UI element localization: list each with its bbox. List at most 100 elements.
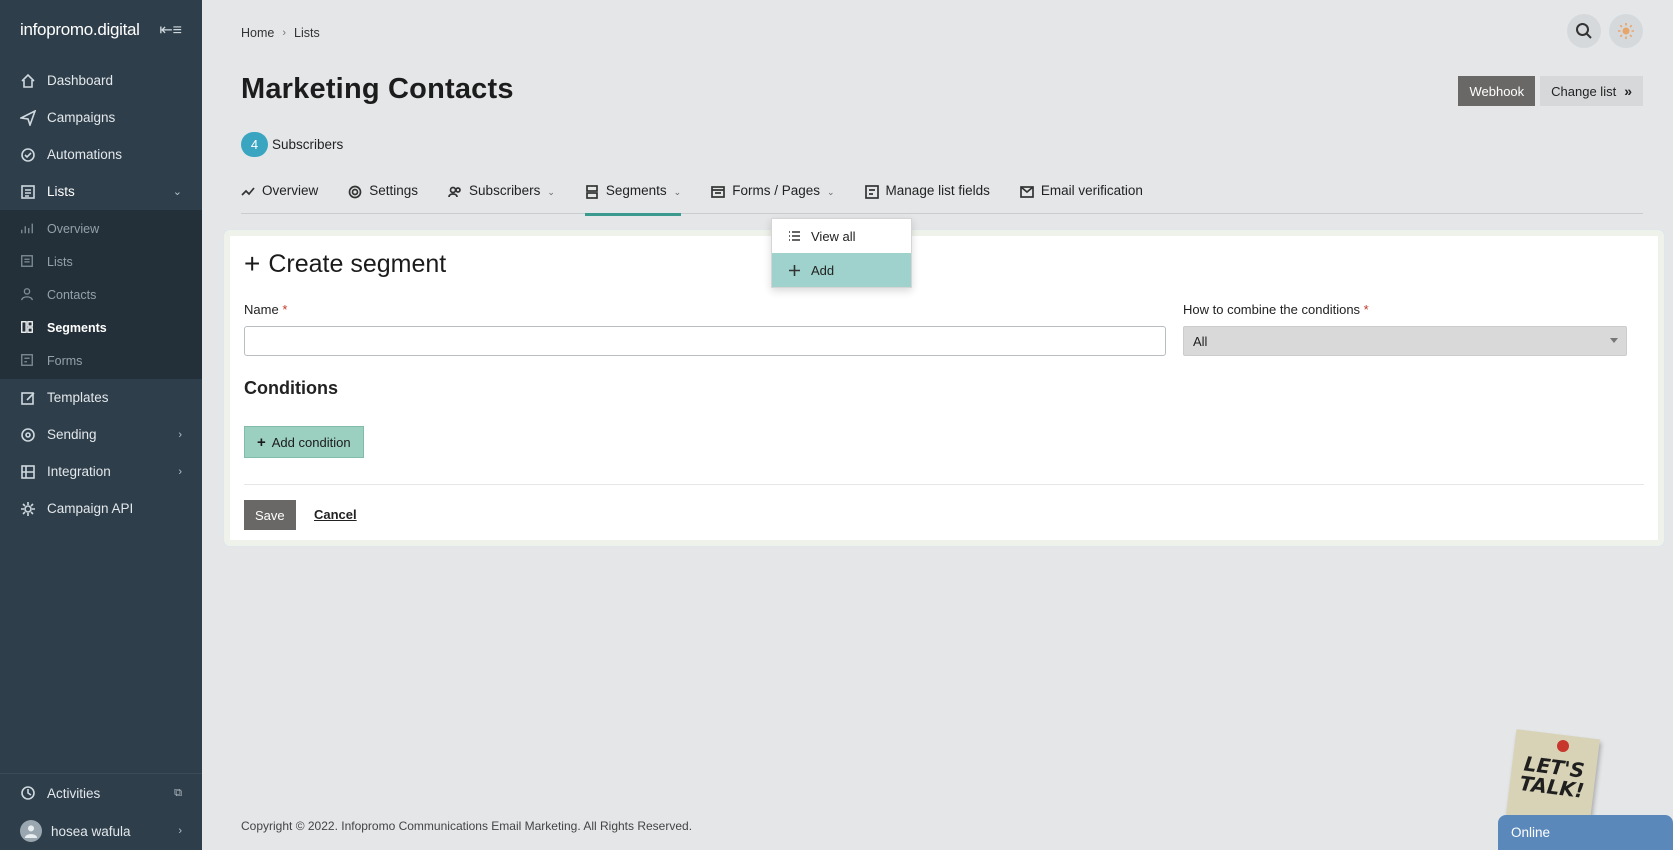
divider (244, 484, 1644, 485)
user-name: hosea wafula (51, 823, 131, 839)
tab-label: Email verification (1040, 183, 1143, 198)
chevron-right-icon: › (178, 825, 182, 837)
plus-icon: + (257, 433, 266, 451)
combine-label-text: How to combine the conditions (1183, 302, 1361, 317)
sidebar-item-dashboard[interactable]: Dashboard (0, 62, 202, 99)
sidebar-item-sending[interactable]: Sending › (0, 416, 202, 453)
conditions-heading: Conditions (244, 378, 338, 398)
sidebar-item-label: Dashboard (47, 73, 114, 88)
combine-label: How to combine the conditions * (1183, 302, 1369, 317)
chevron-right-icon: › (178, 465, 182, 478)
dropdown-add[interactable]: Add (772, 253, 911, 287)
integration-icon (20, 464, 36, 480)
mail-check-icon (1020, 183, 1034, 202)
card-title: + Create segment (244, 248, 446, 280)
logo[interactable]: infopromo.digital (20, 20, 140, 40)
fields-icon (864, 183, 879, 202)
tab-overview[interactable]: Overview (241, 183, 318, 214)
lets-talk-note[interactable]: LET'S TALK! (1506, 729, 1600, 825)
gear-icon (348, 183, 362, 202)
tab-label: Segments (605, 183, 667, 198)
dropdown-view-all[interactable]: View all (772, 219, 911, 253)
sending-icon (20, 427, 36, 443)
sidebar-item-campaign-api[interactable]: Campaign API (0, 490, 202, 527)
chevron-down-icon: ⌄ (547, 187, 555, 197)
subscriber-count-label: Subscribers (272, 137, 344, 152)
search-button[interactable] (1567, 14, 1601, 48)
sun-icon (1618, 23, 1634, 39)
sidebar-item-label: Sending (47, 427, 97, 442)
sidebar-item-label: Templates (47, 390, 109, 405)
sidebar-item-integration[interactable]: Integration › (0, 453, 202, 490)
combine-conditions-select[interactable]: All (1183, 326, 1627, 356)
theme-toggle-button[interactable] (1609, 14, 1643, 48)
sidebar-item-lists[interactable]: Lists ⌄ (0, 173, 202, 210)
sidebar-item-automations[interactable]: Automations (0, 136, 202, 173)
breadcrumb: Home › Lists (241, 26, 320, 40)
chart-icon (20, 221, 36, 237)
chat-online-bar[interactable]: Online (1498, 815, 1673, 850)
tab-subscribers[interactable]: Subscribers ⌄ (448, 183, 555, 214)
search-icon (1576, 23, 1592, 39)
segments-dropdown: View all Add (771, 218, 912, 288)
send-icon (20, 109, 36, 126)
sidebar-subitem-lists[interactable]: Lists (0, 245, 202, 278)
edit-icon (20, 390, 36, 406)
sidebar-item-activities[interactable]: Activities ⧉ (0, 774, 202, 812)
breadcrumb-home[interactable]: Home (241, 26, 274, 40)
tab-email-verification[interactable]: Email verification (1020, 183, 1143, 214)
collapse-sidebar-icon[interactable]: ⇤≡ (159, 20, 182, 40)
double-chevron-right-icon: » (1624, 83, 1632, 99)
change-list-button[interactable]: Change list » (1540, 76, 1643, 106)
sidebar-item-label: Integration (47, 464, 111, 479)
main-content: Home › Lists Marketing Contacts Webhook … (202, 0, 1673, 850)
pin-icon (1557, 740, 1569, 752)
tab-manage-list-fields[interactable]: Manage list fields (864, 183, 990, 214)
combine-select-value: All (1193, 333, 1208, 349)
dropdown-arrow-icon (1610, 338, 1618, 343)
required-mark: * (1363, 302, 1369, 317)
sidebar-subitem-contacts[interactable]: Contacts (0, 278, 202, 311)
sidebar-subitem-segments[interactable]: Segments (0, 311, 202, 344)
card-title-text: Create segment (268, 249, 447, 278)
add-condition-button[interactable]: + Add condition (244, 426, 364, 458)
plus-icon: + (244, 248, 261, 279)
copyright-footer: Copyright © 2022. Infopromo Communicatio… (241, 819, 693, 833)
save-button[interactable]: Save (244, 500, 296, 530)
sidebar-subitem-forms[interactable]: Forms (0, 344, 202, 377)
subscriber-count-badge: 4 (241, 132, 268, 157)
external-link-icon[interactable]: ⧉ (174, 787, 182, 800)
list-icon (789, 230, 800, 241)
sidebar-item-campaigns[interactable]: Campaigns (0, 99, 202, 136)
lets-talk-line2: TALK! (1518, 771, 1586, 803)
breadcrumb-current[interactable]: Lists (294, 26, 320, 40)
tab-settings[interactable]: Settings (348, 183, 418, 214)
sidebar-item-label: Activities (47, 785, 101, 801)
top-icons (1567, 14, 1643, 48)
name-input[interactable] (244, 326, 1166, 356)
tab-label: Overview (262, 183, 319, 198)
sidebar-subitem-label: Lists (47, 254, 73, 269)
tab-segments[interactable]: Segments ⌄ (584, 183, 682, 216)
tab-label: Subscribers (469, 183, 541, 198)
header-actions: Webhook Change list » (1458, 76, 1643, 106)
list-icon (20, 254, 36, 270)
cancel-link[interactable]: Cancel (314, 507, 357, 522)
user-icon (20, 287, 36, 303)
sidebar-item-templates[interactable]: Templates (0, 379, 202, 416)
chevron-right-icon: › (178, 428, 182, 441)
dropdown-label: Add (811, 262, 835, 278)
sidebar-subitem-overview[interactable]: Overview (0, 212, 202, 245)
sidebar-subitem-label: Forms (47, 353, 83, 368)
webhook-button[interactable]: Webhook (1458, 76, 1536, 106)
tab-forms-pages[interactable]: Forms / Pages ⌄ (711, 183, 835, 214)
sidebar-subitem-label: Contacts (47, 287, 97, 302)
add-condition-label: Add condition (271, 434, 351, 450)
form-icon (20, 353, 36, 369)
list-tabs: Overview Settings Subscribers ⌄ Segments… (241, 183, 1643, 216)
dropdown-label: View all (811, 228, 856, 244)
avatar (20, 820, 42, 842)
sidebar-user[interactable]: hosea wafula › (0, 812, 202, 850)
chevron-down-icon: ⌄ (172, 186, 182, 198)
segments-icon (585, 183, 599, 202)
